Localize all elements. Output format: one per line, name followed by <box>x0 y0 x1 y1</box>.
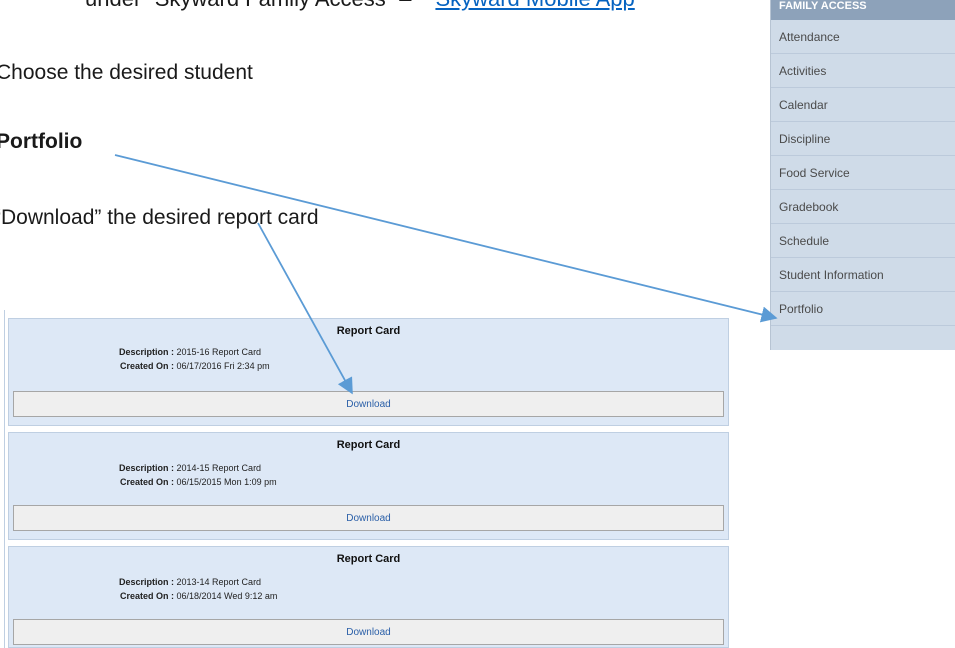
family-access-sidebar: FAMILY ACCESS Attendance Activities Cale… <box>770 0 955 350</box>
sidebar-item-portfolio[interactable]: Portfolio <box>771 292 955 326</box>
sidebar-item-activities[interactable]: Activities <box>771 54 955 88</box>
description-label: Description : <box>118 347 174 357</box>
description-label: Description : <box>118 463 174 473</box>
sidebar-item-gradebook[interactable]: Gradebook <box>771 190 955 224</box>
portfolio-panel-border <box>4 310 5 648</box>
created-value: 06/17/2016 Fri 2:34 pm <box>176 361 270 371</box>
created-label: Created On : <box>119 477 174 487</box>
sidebar-item-calendar[interactable]: Calendar <box>771 88 955 122</box>
report-card-entry: Report Card Description : 2015-16 Report… <box>8 318 729 426</box>
created-value: 06/15/2015 Mon 1:09 pm <box>176 477 277 487</box>
report-card-created: Created On : 06/15/2015 Mon 1:09 pm <box>79 477 277 487</box>
created-label: Created On : <box>119 361 174 371</box>
instruction-download: “Download” the desired report card <box>0 206 319 229</box>
report-card-title: Report Card <box>336 439 401 451</box>
instruction-line-1: under “Skyward Family Access” – Skyward M… <box>85 0 635 12</box>
description-value: 2015-16 Report Card <box>176 347 262 357</box>
report-card-created: Created On : 06/17/2016 Fri 2:34 pm <box>79 361 270 371</box>
download-button[interactable]: Download <box>13 505 724 531</box>
report-card-entry: Report Card Description : 2014-15 Report… <box>8 432 729 540</box>
download-button[interactable]: Download <box>13 619 724 645</box>
sidebar-item-food-service[interactable]: Food Service <box>771 156 955 190</box>
sidebar-item-schedule[interactable]: Schedule <box>771 224 955 258</box>
report-card-description: Description : 2013-14 Report Card <box>79 577 261 587</box>
description-value: 2014-15 Report Card <box>176 463 262 473</box>
sidebar-item-student-information[interactable]: Student Information <box>771 258 955 292</box>
sidebar-item-attendance[interactable]: Attendance <box>771 20 955 54</box>
report-card-entry: Report Card Description : 2013-14 Report… <box>8 546 729 648</box>
arrow-to-portfolio <box>114 154 778 323</box>
report-card-description: Description : 2015-16 Report Card <box>79 347 261 357</box>
sidebar-item-discipline[interactable]: Discipline <box>771 122 955 156</box>
download-button[interactable]: Download <box>13 391 724 417</box>
description-value: 2013-14 Report Card <box>176 577 262 587</box>
report-card-title: Report Card <box>336 325 401 337</box>
report-card-title: Report Card <box>336 553 401 565</box>
skyward-mobile-app-link[interactable]: Skyward Mobile App <box>435 0 634 11</box>
report-card-description: Description : 2014-15 Report Card <box>79 463 261 473</box>
instruction-portfolio: Portfolio <box>0 130 83 153</box>
instruction-choose-student: Choose the desired student <box>0 61 253 84</box>
sidebar-header: FAMILY ACCESS <box>771 0 955 20</box>
created-value: 06/18/2014 Wed 9:12 am <box>176 591 278 601</box>
instruction-line-1-text: under “Skyward Family Access” – <box>85 0 411 11</box>
description-label: Description : <box>118 577 174 587</box>
report-card-created: Created On : 06/18/2014 Wed 9:12 am <box>79 591 277 601</box>
created-label: Created On : <box>119 591 174 601</box>
